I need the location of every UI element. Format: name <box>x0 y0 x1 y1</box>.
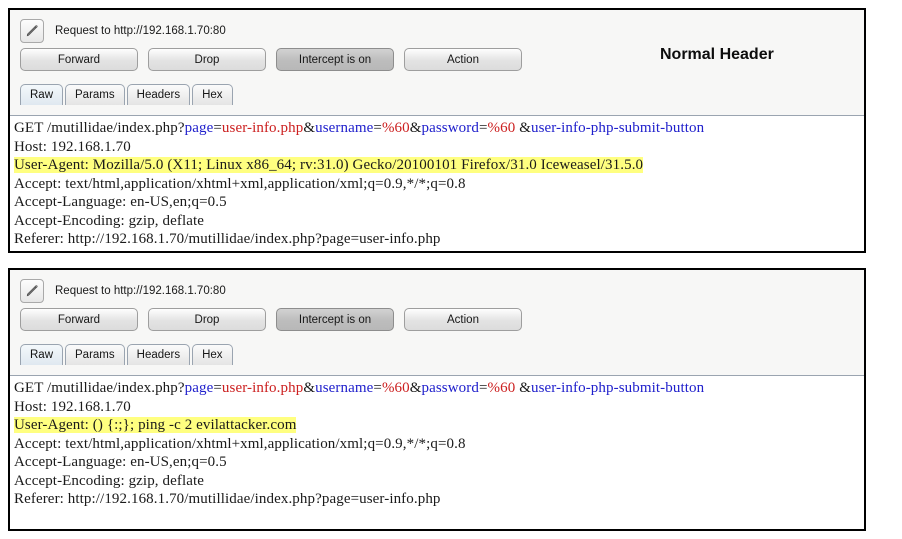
tab-raw[interactable]: Raw <box>20 84 64 105</box>
message-tabs-top: Raw Params Headers Hex <box>10 71 864 105</box>
request-header-line: GET /mutillidae/index.php?page=user-info… <box>14 380 705 396</box>
pencil-icon[interactable] <box>20 18 44 43</box>
intercept-toggle-button[interactable]: Intercept is on <box>276 48 394 71</box>
tab-headers[interactable]: Headers <box>126 84 191 105</box>
request-header-line: Accept-Encoding: gzip, deflate <box>14 212 205 229</box>
tab-headers[interactable]: Headers <box>126 344 191 365</box>
request-title-row-bottom: Request to http://192.168.1.70:80 <box>10 270 864 304</box>
request-header-line: Host: 192.168.1.70 <box>14 138 131 155</box>
request-title-row-top: Request to http://192.168.1.70:80 <box>10 10 864 44</box>
tab-hex[interactable]: Hex <box>192 84 233 105</box>
tab-params[interactable]: Params <box>65 344 125 365</box>
tab-params[interactable]: Params <box>65 84 125 105</box>
request-header-line: User-Agent: () {:;}; ping -c 2 evilattac… <box>14 416 864 435</box>
request-target-label: Request to http://192.168.1.70:80 <box>55 284 226 297</box>
highlighted-user-agent: User-Agent: () {:;}; ping -c 2 evilattac… <box>14 417 297 433</box>
message-tabs-bottom: Raw Params Headers Hex <box>10 331 864 365</box>
drop-button[interactable]: Drop <box>148 48 266 71</box>
drop-button[interactable]: Drop <box>148 308 266 331</box>
action-button[interactable]: Action <box>404 308 522 331</box>
request-header-line: Host: 192.168.1.70 <box>14 398 131 415</box>
action-button-row-bottom: Forward Drop Intercept is on Action <box>10 304 864 331</box>
action-button[interactable]: Action <box>404 48 522 71</box>
request-header-line: Accept: text/html,application/xhtml+xml,… <box>14 175 466 192</box>
request-target-label: Request to http://192.168.1.70:80 <box>55 24 226 37</box>
panel-toolbar-bottom: Request to http://192.168.1.70:80 Forwar… <box>10 270 864 376</box>
forward-button[interactable]: Forward <box>20 308 138 331</box>
request-header-line: GET /mutillidae/index.php?page=user-info… <box>14 120 705 136</box>
request-header-line: Referer: http://192.168.1.70/mutillidae/… <box>14 231 441 247</box>
request-header-line: User-Agent: Mozilla/5.0 (X11; Linux x86_… <box>14 156 864 175</box>
screenshot-root: Request to http://192.168.1.70:80 Forwar… <box>0 0 902 539</box>
request-header-line: Accept: text/html,application/xhtml+xml,… <box>14 435 466 452</box>
raw-request-body-bottom[interactable]: GET /mutillidae/index.php?page=user-info… <box>10 376 864 527</box>
request-header-line: Accept-Language: en-US,en;q=0.5 <box>14 454 227 470</box>
burp-proxy-panel-shellshock: Request to http://192.168.1.70:80 Forwar… <box>8 268 866 531</box>
burp-proxy-panel-normal: Request to http://192.168.1.70:80 Forwar… <box>8 8 866 253</box>
request-header-line: Accept-Language: en-US,en;q=0.5 <box>14 194 227 210</box>
forward-button[interactable]: Forward <box>20 48 138 71</box>
raw-request-body-top[interactable]: GET /mutillidae/index.php?page=user-info… <box>10 116 864 249</box>
tab-raw[interactable]: Raw <box>20 344 64 365</box>
tab-hex[interactable]: Hex <box>192 344 233 365</box>
request-header-line: Accept-Encoding: gzip, deflate <box>14 472 205 489</box>
pencil-icon[interactable] <box>20 278 44 303</box>
intercept-toggle-button[interactable]: Intercept is on <box>276 308 394 331</box>
request-header-line: Referer: http://192.168.1.70/mutillidae/… <box>14 491 441 507</box>
annotation-normal-header: Normal Header <box>660 46 774 63</box>
highlighted-user-agent: User-Agent: Mozilla/5.0 (X11; Linux x86_… <box>14 157 644 173</box>
